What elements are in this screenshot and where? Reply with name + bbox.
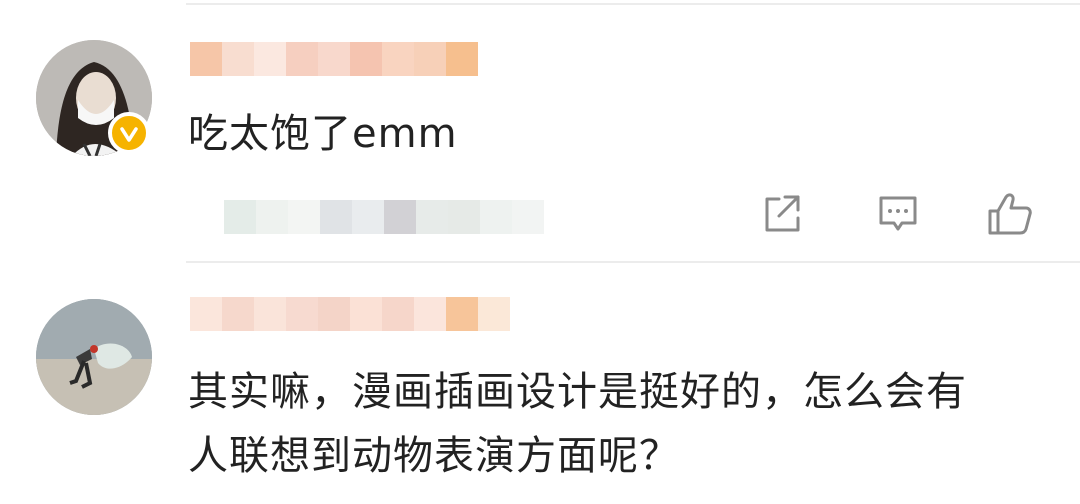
reply-button[interactable] [874,190,922,238]
comment-text-line: 吃太饱了emm [188,111,458,157]
comment-text-line: 人联想到动物表演方面呢？ [188,433,680,479]
username-blurred[interactable] [190,297,510,331]
comment-text: 吃太饱了emm [188,102,458,166]
comment-item: 其实嘛，漫画插画设计是挺好的，怎么会有 人联想到动物表演方面呢？ [0,263,1080,504]
share-icon [765,195,800,232]
comment-meta-blurred [224,200,544,234]
comment-text-line: 其实嘛，漫画插画设计是挺好的，怎么会有 [188,369,967,415]
comment-item: 吃太饱了emm [0,0,1080,262]
comment-icon [879,196,917,231]
avatar[interactable] [36,299,152,415]
comment-text: 其实嘛，漫画插画设计是挺好的，怎么会有 人联想到动物表演方面呢？ [188,360,967,488]
username-blurred[interactable] [190,42,478,76]
share-button[interactable] [759,190,807,238]
like-button[interactable] [986,190,1034,238]
verified-badge-icon [108,112,150,154]
like-icon [988,193,1032,235]
